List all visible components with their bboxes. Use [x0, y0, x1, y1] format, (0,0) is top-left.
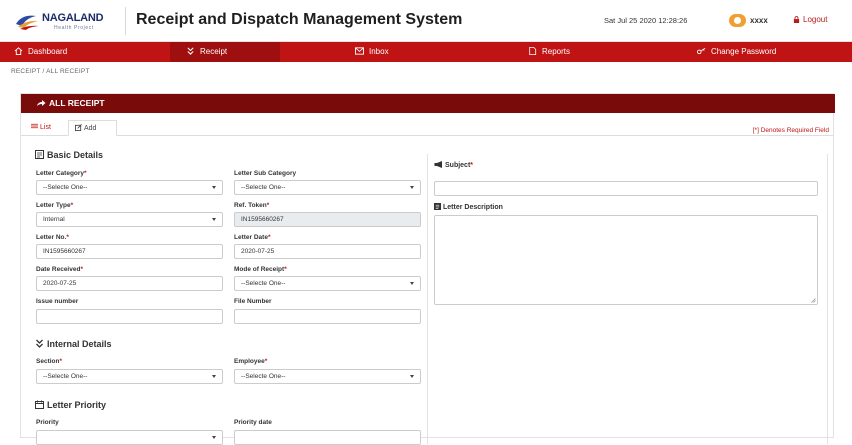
- nav-receipt[interactable]: Receipt: [170, 42, 280, 62]
- letter-description-label: Letter Description: [434, 203, 503, 211]
- share-arrow-icon: [37, 100, 46, 106]
- document-icon: [434, 203, 441, 210]
- edit-icon: [75, 124, 82, 131]
- app-title: Receipt and Dispatch Management System: [136, 11, 463, 28]
- tab-list[interactable]: List: [25, 120, 57, 136]
- tab-list-label: List: [40, 124, 51, 131]
- nav-reports[interactable]: Reports: [528, 42, 570, 62]
- card-title: ALL RECEIPT: [49, 98, 105, 108]
- receipt-card: ALL RECEIPT List Add [*] Denotes Require…: [20, 93, 835, 445]
- issue-number-input[interactable]: [36, 309, 223, 324]
- letter-priority-title: Letter Priority: [47, 400, 107, 410]
- lock-icon: [793, 16, 800, 23]
- letter-category-label: Letter Category*: [36, 170, 87, 177]
- logout-link[interactable]: Logout: [793, 15, 827, 24]
- letter-no-input[interactable]: IN1595660267: [36, 244, 223, 259]
- nav-change-password-label: Change Password: [711, 47, 777, 56]
- basic-details-heading: Basic Details: [35, 150, 103, 160]
- basic-details-title: Basic Details: [47, 150, 104, 160]
- letter-priority-heading: Letter Priority: [35, 400, 106, 410]
- letter-type-select[interactable]: Internal: [36, 212, 223, 227]
- file-number-input[interactable]: [234, 309, 421, 324]
- letter-category-select[interactable]: --Selecte One--: [36, 180, 223, 195]
- letter-type-label: Letter Type*: [36, 202, 74, 209]
- right-column-border: [827, 154, 828, 444]
- form-tabs: List Add: [21, 120, 833, 136]
- letter-date-label: Letter Date*: [234, 234, 271, 241]
- nav-change-password[interactable]: Change Password: [697, 42, 776, 62]
- letter-sub-category-label: Letter Sub Category: [234, 170, 297, 177]
- home-icon: [14, 47, 23, 55]
- nav-inbox[interactable]: Inbox: [355, 42, 389, 62]
- nav-inbox-label: Inbox: [369, 47, 389, 56]
- letter-date-input[interactable]: 2020-07-25: [234, 244, 421, 259]
- ref-token-label: Ref. Token*: [234, 202, 270, 209]
- mode-of-receipt-select[interactable]: --Selecte One--: [234, 276, 421, 291]
- chevrons-down-icon: [187, 47, 194, 55]
- tab-add-label: Add: [84, 125, 97, 132]
- logo[interactable]: NAGALAND Health Project: [14, 9, 114, 35]
- bullhorn-icon: [434, 161, 442, 168]
- nav-receipt-label: Receipt: [200, 47, 228, 56]
- employee-label: Employee*: [234, 358, 268, 365]
- ref-token-input[interactable]: IN1595660267: [234, 212, 421, 227]
- current-datetime: Sat Jul 25 2020 12:28:26: [604, 16, 688, 25]
- nav-dashboard-label: Dashboard: [28, 47, 68, 56]
- document-icon: [529, 47, 537, 55]
- user-name[interactable]: xxxx: [750, 16, 768, 25]
- logout-label: Logout: [803, 15, 828, 24]
- breadcrumb[interactable]: RECEIPT / ALL RECEIPT: [11, 68, 90, 75]
- priority-label: Priority: [36, 419, 59, 426]
- envelope-icon: [355, 47, 364, 55]
- letter-no-label: Letter No.*: [36, 234, 69, 241]
- document-list-icon: [35, 150, 44, 159]
- tab-add[interactable]: Add: [68, 120, 117, 136]
- internal-details-heading: Internal Details: [35, 339, 112, 349]
- priority-date-label: Priority date: [234, 419, 272, 426]
- header-divider: [125, 7, 126, 35]
- chevrons-down-icon: [36, 339, 43, 348]
- file-number-label: File Number: [234, 298, 272, 305]
- letter-sub-category-select[interactable]: --Selecte One--: [234, 180, 421, 195]
- user-avatar-icon[interactable]: [729, 14, 746, 27]
- nav-reports-label: Reports: [542, 47, 571, 56]
- card-header: ALL RECEIPT: [21, 94, 835, 113]
- issue-number-label: Issue number: [36, 298, 79, 305]
- calendar-icon: [35, 400, 44, 409]
- subject-input[interactable]: [434, 181, 818, 196]
- letter-description-textarea[interactable]: [434, 215, 818, 305]
- nav-dashboard[interactable]: Dashboard: [14, 42, 67, 62]
- resize-grip-icon[interactable]: [811, 298, 816, 303]
- column-divider: [427, 154, 428, 444]
- logo-swoosh-icon: [16, 15, 39, 30]
- employee-select[interactable]: --Selecte One--: [234, 369, 421, 384]
- date-received-input[interactable]: 2020-07-25: [36, 276, 223, 291]
- subject-label: Subject*: [434, 161, 473, 169]
- logo-subtitle: Health Project: [54, 25, 94, 31]
- date-received-label: Date Received*: [36, 266, 83, 273]
- mode-of-receipt-label: Mode of Receipt*: [234, 266, 287, 273]
- logo-name: NAGALAND: [42, 12, 104, 24]
- priority-select[interactable]: [36, 430, 223, 445]
- key-icon: [697, 47, 706, 55]
- internal-details-title: Internal Details: [47, 339, 112, 349]
- priority-date-input[interactable]: [234, 430, 421, 445]
- section-select[interactable]: --Selecte One--: [36, 369, 223, 384]
- list-icon: [31, 123, 38, 129]
- required-field-note: [*] Denotes Required Field: [752, 127, 829, 134]
- main-navbar: Dashboard Receipt Inbox Reports Change P…: [0, 42, 852, 62]
- app-header: NAGALAND Health Project Receipt and Disp…: [0, 0, 852, 42]
- section-label: Section*: [36, 358, 63, 365]
